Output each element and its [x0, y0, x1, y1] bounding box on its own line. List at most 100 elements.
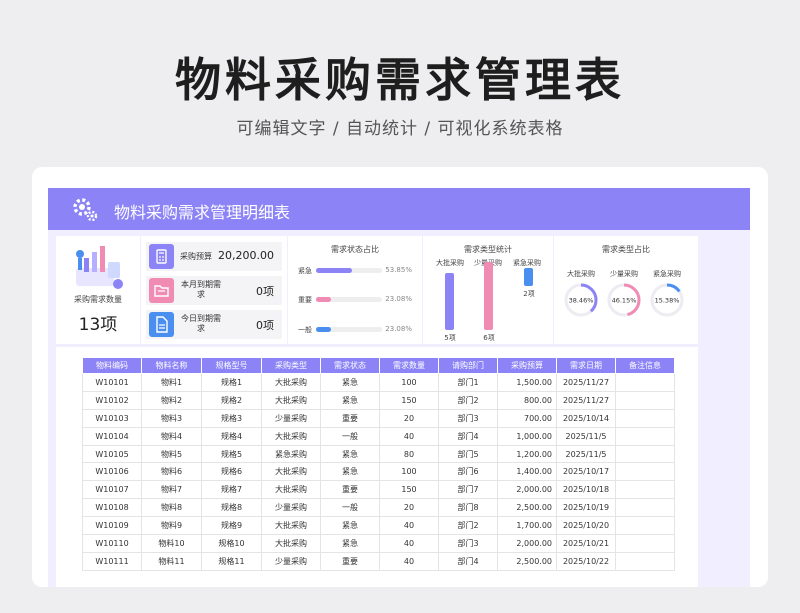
table-cell[interactable]: 大批采购: [261, 462, 321, 482]
table-cell[interactable]: 规格4: [201, 426, 262, 446]
table-cell[interactable]: 大批采购: [261, 480, 321, 500]
table-cell[interactable]: 150: [379, 390, 439, 410]
table-cell[interactable]: 2025/11/27: [556, 373, 616, 392]
column-header[interactable]: 规格型号: [201, 357, 262, 374]
table-cell[interactable]: 2025/11/5: [556, 426, 616, 446]
table-cell[interactable]: 2025/10/22: [556, 551, 616, 571]
table-cell[interactable]: 部门7: [438, 480, 498, 500]
table-cell[interactable]: W10108: [82, 498, 142, 518]
table-cell[interactable]: 2025/10/18: [556, 480, 616, 500]
table-cell[interactable]: 20: [379, 408, 439, 428]
table-cell[interactable]: 1,500.00: [497, 373, 557, 392]
table-cell[interactable]: 2025/10/14: [556, 408, 616, 428]
table-cell[interactable]: 规格8: [201, 498, 262, 518]
table-cell[interactable]: 80: [379, 444, 439, 464]
table-cell[interactable]: W10106: [82, 462, 142, 482]
table-cell[interactable]: W10101: [82, 373, 142, 392]
table-cell[interactable]: W10103: [82, 408, 142, 428]
table-cell[interactable]: 物料3: [141, 408, 202, 428]
table-row[interactable]: W10110 物料10 规格10 大批采购 紧急 40 部门3 2,000.00 2025/10…: [82, 534, 675, 553]
table-cell[interactable]: 2025/10/21: [556, 534, 616, 553]
table-cell[interactable]: 大批采购: [261, 426, 321, 446]
table-cell[interactable]: 规格5: [201, 444, 262, 464]
column-header[interactable]: 物料编码: [82, 357, 142, 374]
table-cell[interactable]: 部门3: [438, 534, 498, 553]
table-row[interactable]: W10101 物料1 规格1 大批采购 紧急 100 部门1 1,500.00 2025/11/…: [82, 373, 675, 392]
table-row[interactable]: W10108 物料8 规格8 少量采购 一般 20 部门8 2,500.00 2025/10/1…: [82, 498, 675, 518]
table-cell[interactable]: 部门5: [438, 444, 498, 464]
table-row[interactable]: W10109 物料9 规格9 大批采购 紧急 40 部门2 1,700.00 2025/10/2…: [82, 516, 675, 536]
table-cell[interactable]: 紧急: [320, 462, 380, 482]
table-cell[interactable]: 物料10: [141, 534, 202, 553]
table-row[interactable]: W10111 物料11 规格11 少量采购 重要 40 部门4 2,500.00 2025/10…: [82, 551, 675, 571]
table-cell[interactable]: 物料6: [141, 462, 202, 482]
table-cell[interactable]: 物料4: [141, 426, 202, 446]
table-cell[interactable]: 规格9: [201, 516, 262, 536]
table-cell[interactable]: [615, 444, 675, 464]
table-cell[interactable]: 2025/10/20: [556, 516, 616, 536]
table-cell[interactable]: 2025/11/27: [556, 390, 616, 410]
table-cell[interactable]: 部门8: [438, 498, 498, 518]
table-cell[interactable]: W10107: [82, 480, 142, 500]
table-cell[interactable]: 部门1: [438, 373, 498, 392]
table-cell[interactable]: 物料2: [141, 390, 202, 410]
table-cell[interactable]: 2,500.00: [497, 498, 557, 518]
table-cell[interactable]: 100: [379, 462, 439, 482]
table-cell[interactable]: W10110: [82, 534, 142, 553]
table-cell[interactable]: 一般: [320, 426, 380, 446]
table-cell[interactable]: 150: [379, 480, 439, 500]
table-cell[interactable]: 1,000.00: [497, 426, 557, 446]
table-cell[interactable]: 40: [379, 426, 439, 446]
table-cell[interactable]: 2025/11/5: [556, 444, 616, 464]
table-cell[interactable]: 部门4: [438, 426, 498, 446]
table-cell[interactable]: 40: [379, 516, 439, 536]
table-cell[interactable]: 物料11: [141, 551, 202, 571]
table-cell[interactable]: W10111: [82, 551, 142, 571]
table-cell[interactable]: 规格10: [201, 534, 262, 553]
table-cell[interactable]: 紧急: [320, 444, 380, 464]
table-cell[interactable]: 规格11: [201, 551, 262, 571]
table-cell[interactable]: 重要: [320, 551, 380, 571]
column-header[interactable]: 采购预算: [497, 357, 557, 374]
table-cell[interactable]: [615, 426, 675, 446]
table-cell[interactable]: 部门2: [438, 390, 498, 410]
table-cell[interactable]: 大批采购: [261, 534, 321, 553]
table-cell[interactable]: 大批采购: [261, 373, 321, 392]
table-cell[interactable]: 2,000.00: [497, 480, 557, 500]
table-cell[interactable]: 部门4: [438, 551, 498, 571]
table-cell[interactable]: 规格2: [201, 390, 262, 410]
table-cell[interactable]: 物料8: [141, 498, 202, 518]
column-header[interactable]: 请购部门: [438, 357, 498, 374]
table-cell[interactable]: 20: [379, 498, 439, 518]
table-cell[interactable]: 物料5: [141, 444, 202, 464]
table-cell[interactable]: W10105: [82, 444, 142, 464]
table-cell[interactable]: 物料9: [141, 516, 202, 536]
table-cell[interactable]: W10109: [82, 516, 142, 536]
table-cell[interactable]: [615, 408, 675, 428]
table-row[interactable]: W10102 物料2 规格2 大批采购 紧急 150 部门2 800.00 2025/11/27: [82, 390, 675, 410]
table-cell[interactable]: [615, 516, 675, 536]
column-header[interactable]: 需求日期: [556, 357, 616, 374]
table-cell[interactable]: 少量采购: [261, 551, 321, 571]
table-cell[interactable]: 40: [379, 551, 439, 571]
table-cell[interactable]: 紧急: [320, 516, 380, 536]
table-cell[interactable]: 部门2: [438, 516, 498, 536]
table-cell[interactable]: 40: [379, 534, 439, 553]
table-cell[interactable]: [615, 498, 675, 518]
column-header[interactable]: 需求状态: [320, 357, 380, 374]
table-cell[interactable]: 紧急: [320, 390, 380, 410]
table-cell[interactable]: [615, 390, 675, 410]
table-cell[interactable]: 紧急: [320, 373, 380, 392]
table-cell[interactable]: 少量采购: [261, 498, 321, 518]
table-cell[interactable]: 重要: [320, 408, 380, 428]
table-cell[interactable]: 2025/10/17: [556, 462, 616, 482]
table-cell[interactable]: 100: [379, 373, 439, 392]
table-cell[interactable]: 大批采购: [261, 390, 321, 410]
table-cell[interactable]: 紧急采购: [261, 444, 321, 464]
table-row[interactable]: W10105 物料5 规格5 紧急采购 紧急 80 部门5 1,200.00 2025/11/5: [82, 444, 675, 464]
table-cell[interactable]: 紧急: [320, 534, 380, 553]
table-cell[interactable]: 1,700.00: [497, 516, 557, 536]
table-cell[interactable]: [615, 373, 675, 392]
table-cell[interactable]: [615, 480, 675, 500]
table-cell[interactable]: 2,000.00: [497, 534, 557, 553]
